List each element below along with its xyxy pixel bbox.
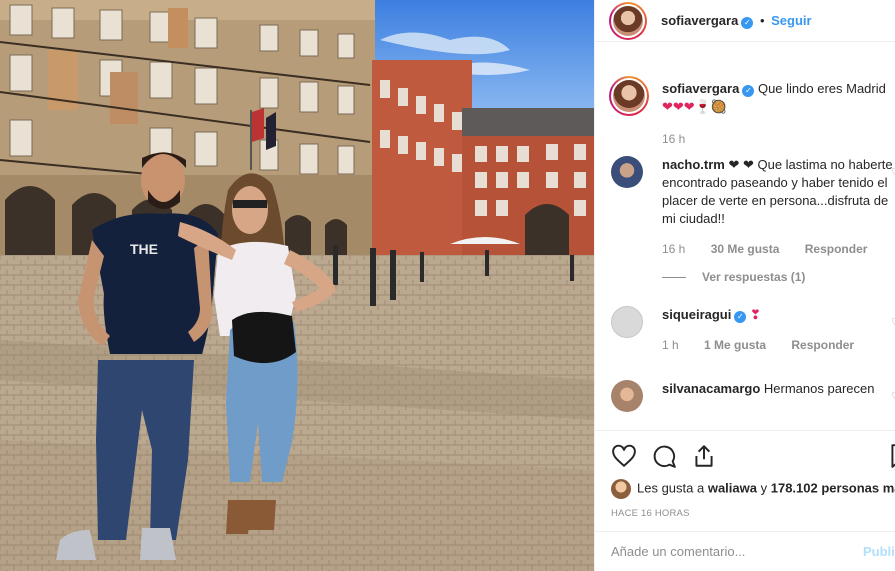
verified-icon: ✓ (741, 17, 754, 29)
post-photo[interactable]: THE (0, 0, 594, 571)
likes-summary[interactable]: Les gusta a waliawa y 178.102 personas m… (611, 479, 895, 499)
author-username[interactable]: sofiavergara (661, 13, 738, 28)
verified-icon: ✓ (742, 85, 755, 97)
author-avatar[interactable] (609, 2, 647, 40)
comment-avatar[interactable] (611, 156, 643, 188)
comment-username[interactable]: nacho.trm (662, 157, 725, 172)
comment-like-heart-icon[interactable]: ♡ (891, 166, 895, 179)
caption-time[interactable]: 16 h (662, 132, 685, 146)
comment-icon[interactable] (651, 443, 677, 469)
separator-dot: • (759, 13, 765, 28)
comment-like-heart-icon[interactable]: ♡ (891, 316, 895, 329)
caption-username[interactable]: sofiavergara (662, 81, 739, 96)
comment-avatar[interactable] (611, 306, 643, 338)
post-sidebar: sofiavergara ✓ • Seguir sofiavergara ✓ Que… (594, 0, 895, 571)
reply-button[interactable]: Responder (805, 242, 868, 256)
comment-username[interactable]: siqueiragui (662, 307, 731, 322)
post-timestamp[interactable]: HACE 16 HORAS (611, 508, 690, 519)
bookmark-icon[interactable] (887, 443, 895, 469)
reply-button[interactable]: Responder (791, 338, 854, 352)
view-replies-label: Ver respuestas (1) (702, 270, 806, 284)
comment-likes[interactable]: 1 Me gusta (704, 338, 766, 352)
comment-likes[interactable]: 30 Me gusta (711, 242, 780, 256)
comment-text: ❣ (749, 307, 761, 322)
post-header: sofiavergara ✓ • Seguir (595, 0, 895, 42)
caption-avatar[interactable] (609, 76, 649, 116)
heart-icon[interactable] (611, 443, 637, 469)
comment-like-heart-icon[interactable]: ♡ (891, 390, 895, 403)
follow-button[interactable]: Seguir (771, 13, 811, 28)
add-comment-bar: Publicar (595, 531, 895, 571)
likes-count[interactable]: 178.102 personas más (771, 480, 895, 495)
comment-input[interactable] (611, 544, 841, 559)
comment-time[interactable]: 1 h (662, 338, 679, 352)
likes-user[interactable]: waliawa (708, 480, 757, 495)
comments-list[interactable]: sofiavergara ✓ Que lindo eres Madrid ❤❤❤🍷… (595, 58, 895, 430)
liker-avatar (611, 479, 631, 499)
comment-text: Hermanos parecen (763, 381, 875, 396)
comment-avatar[interactable] (611, 380, 643, 412)
view-replies-button[interactable]: Ver respuestas (1) (662, 268, 895, 286)
caption-text: Que lindo eres Madrid (757, 81, 886, 96)
comment-username[interactable]: silvanacamargo (662, 381, 760, 396)
verified-icon: ✓ (734, 311, 747, 323)
post-photo-image: THE (0, 0, 594, 571)
publish-button[interactable]: Publicar (863, 544, 895, 559)
caption-emojis: ❤❤❤🍷🥘 (662, 99, 728, 114)
likes-prefix: Les gusta a (637, 480, 705, 496)
share-icon[interactable] (691, 443, 717, 469)
likes-conj: y (760, 480, 768, 496)
shirt-print: THE (130, 241, 158, 257)
comment-time[interactable]: 16 h (662, 242, 685, 256)
post-actions: Les gusta a waliawa y 178.102 personas m… (595, 430, 895, 571)
